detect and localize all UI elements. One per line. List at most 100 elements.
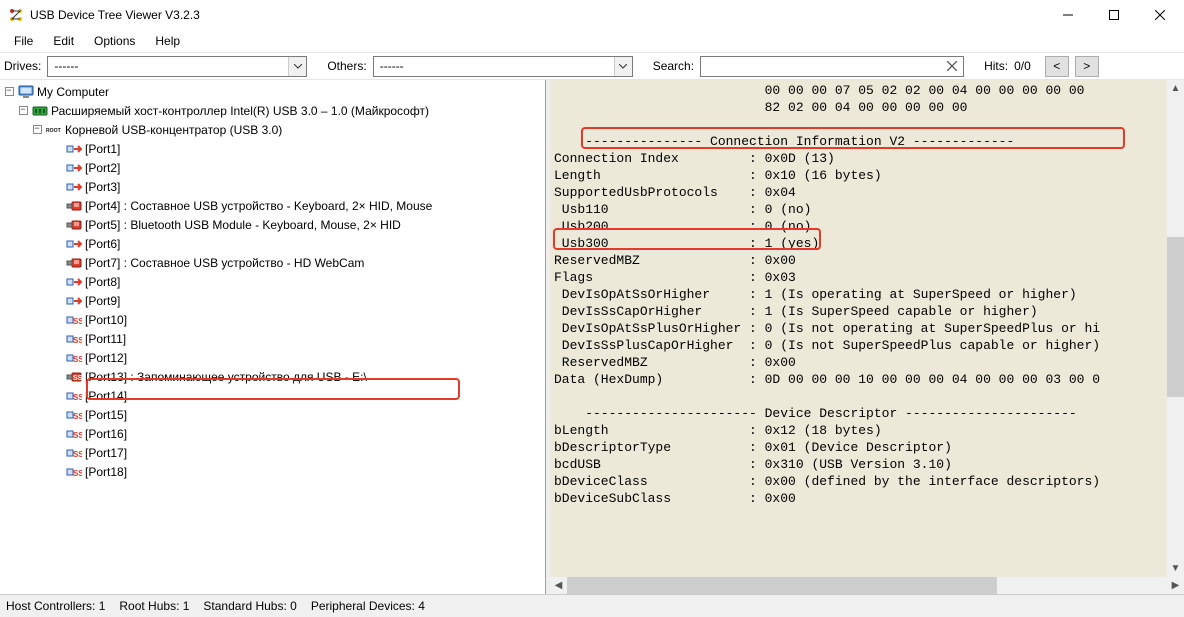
svg-text:SS: SS xyxy=(73,355,82,364)
tree-label: [Port1] xyxy=(85,142,120,156)
menu-options[interactable]: Options xyxy=(84,32,145,50)
chevron-down-icon[interactable] xyxy=(288,57,306,76)
tree-label: [Port13] : Запоминающее устройство для U… xyxy=(85,370,367,384)
svg-text:ROOT: ROOT xyxy=(46,128,62,134)
svg-text:SS: SS xyxy=(73,412,82,421)
tree-label: [Port11] xyxy=(85,332,126,346)
tree-row-root[interactable]: − My Computer xyxy=(0,82,545,101)
tree-label: [Port3] xyxy=(85,180,120,194)
usb-port-icon xyxy=(66,255,82,271)
menu-edit[interactable]: Edit xyxy=(43,32,84,50)
usb-port-icon: SS xyxy=(66,388,82,404)
menu-help[interactable]: Help xyxy=(145,32,190,50)
menu-file[interactable]: File xyxy=(4,32,43,50)
svg-text:SS: SS xyxy=(73,393,82,402)
chevron-down-icon[interactable] xyxy=(614,57,632,76)
scrollbar-vertical[interactable]: ▲ ▼ xyxy=(1167,80,1184,577)
scroll-track[interactable] xyxy=(567,577,1167,594)
tree-expander[interactable]: − xyxy=(16,104,30,118)
hits-label: Hits: xyxy=(984,59,1008,73)
device-tree: − My Computer − xyxy=(0,80,545,511)
tree-row-port[interactable]: SS [Port12] xyxy=(0,348,545,367)
usb-port-icon: SS xyxy=(66,445,82,461)
tree-row-port[interactable]: SS [Port13] : Запоминающее устройство дл… xyxy=(0,367,545,386)
tree-row-port[interactable]: [Port5] : Bluetooth USB Module - Keyboar… xyxy=(0,215,545,234)
tree-label: [Port15] xyxy=(85,408,127,422)
next-hit-button[interactable]: > xyxy=(1075,56,1099,77)
prev-hit-button[interactable]: < xyxy=(1045,56,1069,77)
tree-row-controller[interactable]: − Расширяемый хост-контроллер Intel(R) U… xyxy=(0,101,545,120)
tree-row-port[interactable]: SS [Port16] xyxy=(0,424,545,443)
tree-row-port[interactable]: [Port9] xyxy=(0,291,545,310)
others-combo[interactable]: ------ xyxy=(373,56,633,77)
usb-port-icon xyxy=(66,160,82,176)
drives-label: Drives: xyxy=(4,59,41,73)
scroll-right-icon[interactable]: ▶ xyxy=(1167,577,1184,594)
tree-row-port[interactable]: [Port8] xyxy=(0,272,545,291)
tree-row-port[interactable]: [Port4] : Составное USB устройство - Key… xyxy=(0,196,545,215)
computer-icon xyxy=(18,84,34,100)
tree-row-port[interactable]: SS [Port14] xyxy=(0,386,545,405)
tree-row-port[interactable]: [Port6] xyxy=(0,234,545,253)
tree-row-port[interactable]: SS [Port10] xyxy=(0,310,545,329)
usb-port-icon xyxy=(66,179,82,195)
usb-port-icon: SS xyxy=(66,331,82,347)
tree-label: [Port17] xyxy=(85,446,127,460)
svg-text:SS: SS xyxy=(73,450,82,459)
app-icon xyxy=(8,7,24,23)
tree-label: [Port7] : Составное USB устройство - HD … xyxy=(85,256,364,270)
tree-label: [Port5] : Bluetooth USB Module - Keyboar… xyxy=(85,218,401,232)
close-button[interactable] xyxy=(1137,0,1183,30)
tree-row-port[interactable]: SS [Port15] xyxy=(0,405,545,424)
tree-pane[interactable]: − My Computer − xyxy=(0,80,546,594)
usb-port-icon xyxy=(66,236,82,252)
tree-row-port[interactable]: SS [Port11] xyxy=(0,329,545,348)
tree-label: [Port2] xyxy=(85,161,120,175)
usb-port-icon: SS xyxy=(66,426,82,442)
drives-combo[interactable]: ------ xyxy=(47,56,307,77)
menubar: File Edit Options Help xyxy=(0,30,1184,52)
tree-expander[interactable]: − xyxy=(30,123,44,137)
usb-port-icon xyxy=(66,217,82,233)
search-input[interactable] xyxy=(701,57,941,76)
tree-label: [Port18] xyxy=(85,465,127,479)
search-label: Search: xyxy=(653,59,694,73)
tree-label: [Port9] xyxy=(85,294,120,308)
scroll-down-icon[interactable]: ▼ xyxy=(1167,560,1184,577)
tree-row-port[interactable]: [Port3] xyxy=(0,177,545,196)
tree-row-hub[interactable]: − ROOT Корневой USB-концентратор (USB 3.… xyxy=(0,120,545,139)
root-hub-icon: ROOT xyxy=(46,122,62,138)
scrollbar-horizontal[interactable]: ◀ ▶ xyxy=(550,577,1184,594)
tree-row-port[interactable]: SS [Port17] xyxy=(0,443,545,462)
status-host-controllers: Host Controllers: 1 xyxy=(6,599,105,613)
titlebar: USB Device Tree Viewer V3.2.3 xyxy=(0,0,1184,30)
scroll-up-icon[interactable]: ▲ xyxy=(1167,80,1184,97)
tree-expander[interactable]: − xyxy=(2,85,16,99)
details-text[interactable]: 00 00 00 07 05 02 02 00 04 00 00 00 00 0… xyxy=(550,80,1184,577)
scroll-thumb[interactable] xyxy=(567,577,997,594)
window-title: USB Device Tree Viewer V3.2.3 xyxy=(30,8,200,22)
tree-row-port[interactable]: [Port1] xyxy=(0,139,545,158)
minimize-button[interactable] xyxy=(1045,0,1091,30)
tree-row-port[interactable]: [Port2] xyxy=(0,158,545,177)
controller-icon xyxy=(32,103,48,119)
tree-label: [Port10] xyxy=(85,313,127,327)
usb-port-icon: SS xyxy=(66,407,82,423)
tree-row-port[interactable]: SS [Port18] xyxy=(0,462,545,481)
scroll-track[interactable] xyxy=(1167,97,1184,560)
svg-text:SS: SS xyxy=(73,317,82,326)
usb-port-icon: SS xyxy=(66,369,82,385)
scroll-left-icon[interactable]: ◀ xyxy=(550,577,567,594)
clear-icon[interactable] xyxy=(941,57,963,76)
toolbar: Drives: ------ Others: ------ Search: Hi… xyxy=(0,52,1184,80)
status-root-hubs: Root Hubs: 1 xyxy=(119,599,189,613)
tree-label: My Computer xyxy=(37,85,109,99)
tree-label: [Port4] : Составное USB устройство - Key… xyxy=(85,199,432,213)
usb-port-icon: SS xyxy=(66,464,82,480)
svg-text:SS: SS xyxy=(73,431,82,440)
tree-row-port[interactable]: [Port7] : Составное USB устройство - HD … xyxy=(0,253,545,272)
scroll-thumb[interactable] xyxy=(1167,237,1184,397)
maximize-button[interactable] xyxy=(1091,0,1137,30)
status-peripheral-devices: Peripheral Devices: 4 xyxy=(311,599,425,613)
tree-label: Корневой USB-концентратор (USB 3.0) xyxy=(65,123,282,137)
